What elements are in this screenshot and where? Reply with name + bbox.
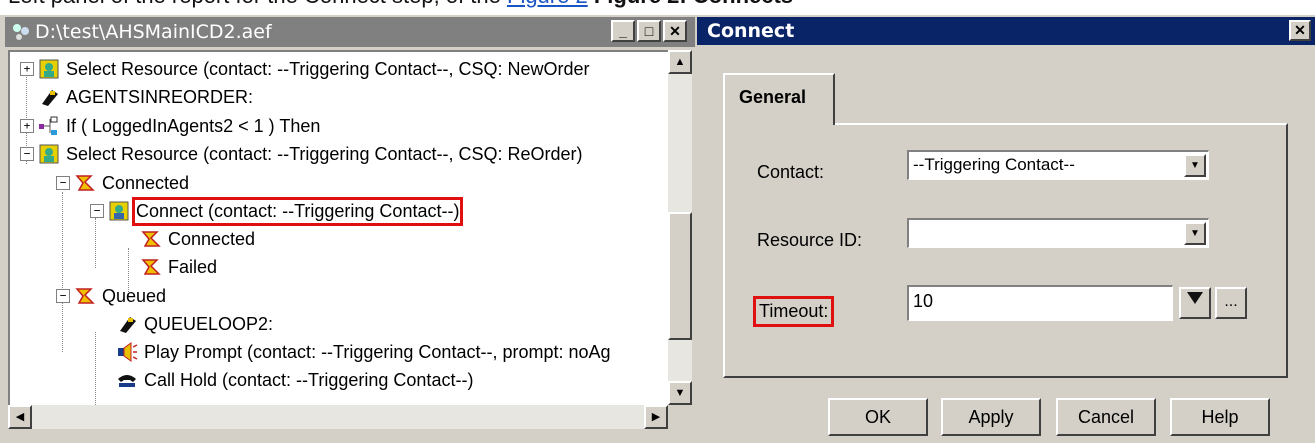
speaker-icon — [118, 342, 138, 362]
expression-dropdown-button[interactable] — [1179, 287, 1211, 319]
tab-general-label: General — [739, 87, 807, 107]
phone-icon — [118, 375, 136, 387]
scroll-up-arrow-icon[interactable]: ▲ — [668, 50, 692, 74]
scroll-right-arrow-icon[interactable]: ▶ — [644, 405, 668, 429]
collapse-toggle[interactable]: − — [20, 147, 34, 161]
apply-button[interactable]: Apply — [941, 398, 1041, 436]
scroll-left-arrow-icon[interactable]: ◀ — [8, 405, 32, 429]
figure-link[interactable]: Figure 2 — [507, 0, 588, 8]
tree-item-selected[interactable]: − Connect (contact: --Triggering Contact… — [90, 196, 464, 226]
dialog-close-button[interactable]: ✕ — [1289, 20, 1311, 41]
script-editor-window: D:\test\AHSMainICD2.aef _ □ ✕ + Select R… — [0, 15, 695, 443]
tree-item[interactable]: Call Hold (contact: --Triggering Contact… — [116, 366, 473, 394]
contact-label: Contact: — [757, 162, 825, 182]
chevron-down-icon[interactable]: ▼ — [1184, 222, 1206, 245]
figure-caption: Figure 2: Connects — [594, 0, 793, 8]
tree-item[interactable]: AGENTSINREORDER: — [38, 83, 253, 111]
flag-icon — [75, 175, 95, 191]
expand-toggle[interactable]: + — [20, 62, 34, 76]
tree-item[interactable]: Connected — [140, 225, 255, 253]
contact-value: --Triggering Contact-- — [913, 155, 1075, 174]
cancel-button[interactable]: Cancel — [1056, 398, 1156, 436]
tree-vertical-scrollbar[interactable]: ▲ ▼ — [668, 50, 692, 405]
tree-item[interactable]: − Connected — [56, 169, 189, 197]
scroll-thumb[interactable] — [668, 212, 692, 340]
resource-id-select[interactable]: ▼ — [907, 218, 1209, 248]
tree-item[interactable]: Failed — [140, 253, 217, 281]
timeout-field[interactable]: 10 — [907, 285, 1173, 321]
connect-step-label: Connect (contact: --Triggering Contact--… — [131, 196, 464, 226]
user-icon — [39, 144, 59, 164]
document-caption: Left panel of the report for the Connect… — [8, 0, 793, 9]
minimize-button[interactable]: _ — [611, 20, 635, 42]
tab-general[interactable]: General — [723, 73, 835, 125]
chevron-down-icon[interactable]: ▼ — [1184, 154, 1206, 177]
collapse-toggle[interactable]: − — [56, 176, 70, 190]
timeout-label: Timeout: — [752, 296, 835, 327]
tree-item[interactable]: Play Prompt (contact: --Triggering Conta… — [116, 338, 611, 366]
script-tree[interactable]: + Select Resource (contact: --Triggering… — [8, 50, 670, 405]
timeout-value: 10 — [913, 291, 934, 311]
close-button[interactable]: ✕ — [663, 20, 687, 42]
tree-item[interactable]: QUEUELOOP2: — [116, 310, 273, 338]
down-triangle-icon — [1187, 292, 1203, 304]
script-icon — [13, 24, 29, 40]
help-button[interactable]: Help — [1170, 398, 1270, 436]
tree-item[interactable]: + Select Resource (contact: --Triggering… — [20, 55, 590, 83]
tree-item[interactable]: − Select Resource (contact: --Triggering… — [20, 140, 583, 168]
ellipsis-button[interactable]: ... — [1215, 287, 1247, 319]
caption-text: Left panel of the report for the Connect… — [8, 0, 507, 8]
label-icon — [120, 317, 136, 333]
branch-icon — [39, 116, 58, 135]
scroll-down-arrow-icon[interactable]: ▼ — [668, 381, 692, 405]
flag-icon — [75, 288, 95, 304]
tree-horizontal-scrollbar[interactable]: ◀ ▶ — [8, 405, 668, 429]
collapse-toggle[interactable]: − — [56, 289, 70, 303]
tree-item[interactable]: + If ( LoggedInAgents2 < 1 ) Then — [20, 112, 320, 140]
connect-dialog: Connect ✕ General Contact: --Triggering … — [695, 15, 1315, 443]
ok-button[interactable]: OK — [828, 398, 928, 436]
tree-item[interactable]: − Queued — [56, 282, 166, 310]
dialog-title-bar[interactable]: Connect ✕ — [697, 17, 1315, 45]
collapse-toggle[interactable]: − — [90, 204, 104, 218]
editor-title: D:\test\AHSMainICD2.aef — [35, 21, 272, 43]
maximize-button[interactable]: □ — [637, 20, 661, 42]
user-icon — [39, 59, 59, 79]
editor-title-bar[interactable]: D:\test\AHSMainICD2.aef _ □ ✕ — [5, 17, 695, 47]
label-icon — [42, 90, 58, 106]
connect-icon — [109, 201, 129, 221]
resource-id-label: Resource ID: — [757, 230, 863, 250]
flag-icon — [141, 259, 161, 275]
dialog-title: Connect — [707, 20, 795, 42]
contact-select[interactable]: --Triggering Contact-- ▼ — [907, 150, 1209, 180]
flag-icon — [141, 231, 161, 247]
expand-toggle[interactable]: + — [20, 119, 34, 133]
